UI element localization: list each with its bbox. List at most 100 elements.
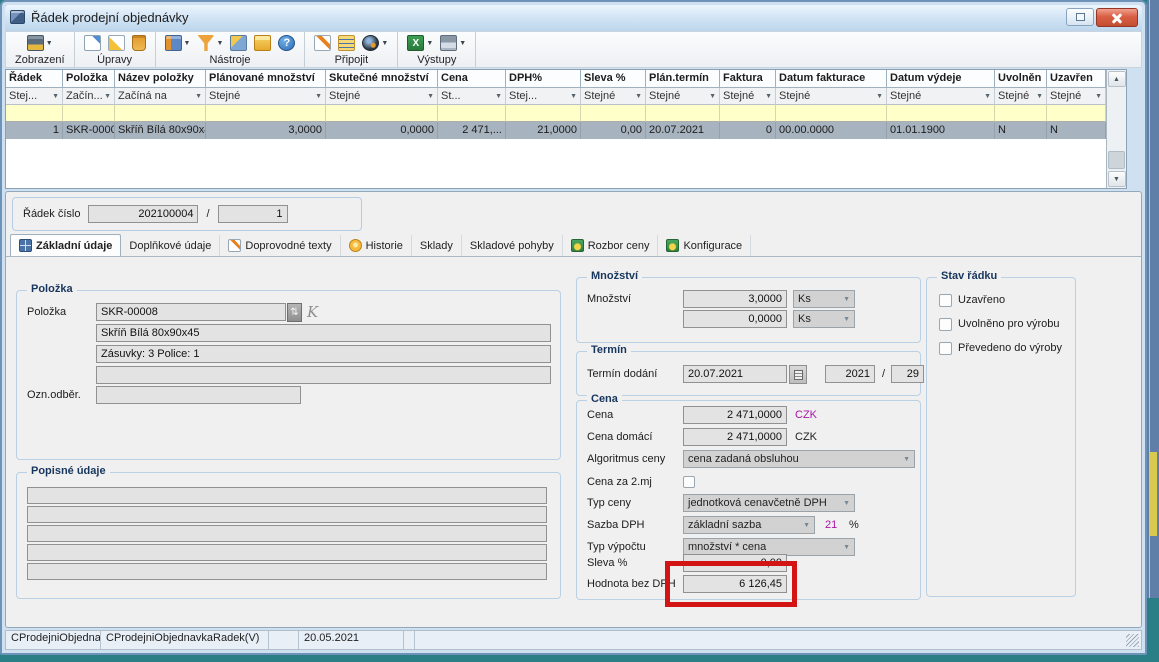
excel-export-icon-button[interactable]: X▼ — [407, 35, 433, 51]
dropdown-arrow-icon[interactable]: ▼ — [381, 40, 388, 47]
filter-input[interactable] — [720, 105, 776, 122]
description-field[interactable] — [27, 506, 547, 523]
scroll-up-icon[interactable]: ▲ — [1108, 71, 1126, 87]
description-field[interactable] — [27, 544, 547, 561]
grid-cell[interactable]: 00.00.0000 — [776, 122, 887, 139]
dropdown-arrow-icon[interactable]: ▼ — [216, 40, 223, 47]
filter-operator-dropdown[interactable]: Stejné▼ — [720, 88, 776, 105]
calendar-button[interactable] — [789, 365, 807, 384]
attach-note-icon-button[interactable] — [314, 35, 331, 51]
domestic-price-field[interactable]: 2 471,0000 — [683, 428, 787, 446]
dropdown-arrow-icon[interactable]: ▼ — [46, 40, 53, 47]
delivery-date-field[interactable]: 20.07.2021 — [683, 365, 787, 383]
dropdown-arrow-icon[interactable]: ▼ — [184, 40, 191, 47]
quantity-field[interactable]: 3,0000 — [683, 290, 787, 308]
filter-input[interactable] — [646, 105, 720, 122]
line-number-field[interactable]: 202100004 — [88, 205, 198, 223]
filter-input[interactable] — [887, 105, 995, 122]
grid-cell[interactable]: SKR-00008 — [63, 122, 115, 139]
grid-cell[interactable]: N — [995, 122, 1047, 139]
column-header[interactable]: Datum fakturace — [776, 70, 887, 88]
scrollbar-thumb[interactable] — [1108, 151, 1125, 169]
grid-cell[interactable]: 0,00 — [581, 122, 646, 139]
item-catalog-icon[interactable]: K — [307, 303, 318, 322]
filter-input[interactable] — [1047, 105, 1106, 122]
uzavreno-checkbox[interactable] — [939, 294, 952, 307]
grid-cell[interactable]: 1 — [6, 122, 63, 139]
column-header[interactable]: Plán.termín — [646, 70, 720, 88]
tab-skladove-pohyby[interactable]: Skladové pohyby — [462, 235, 563, 256]
grid-vertical-scrollbar[interactable]: ▲ ▼ — [1106, 70, 1126, 188]
column-header[interactable]: Řádek — [6, 70, 63, 88]
filter-operator-dropdown[interactable]: Stejné▼ — [887, 88, 995, 105]
resize-grip[interactable] — [1126, 634, 1139, 647]
column-header[interactable]: DPH% — [506, 70, 581, 88]
column-header[interactable]: Název položky — [115, 70, 206, 88]
price-field[interactable]: 2 471,0000 — [683, 406, 787, 424]
restore-button[interactable] — [1066, 8, 1094, 26]
filter-input[interactable] — [6, 105, 63, 122]
filter-operator-dropdown[interactable]: Stejné▼ — [1047, 88, 1106, 105]
grid-cell[interactable]: N — [1047, 122, 1106, 139]
filter-input[interactable] — [326, 105, 438, 122]
filter-input[interactable] — [506, 105, 581, 122]
item-name-field[interactable]: Skříň Bílá 80x90x45 — [96, 324, 551, 342]
view-icon-button[interactable]: ▼ — [27, 35, 53, 51]
filter-operator-dropdown[interactable]: Stejné▼ — [581, 88, 646, 105]
close-button[interactable] — [1096, 8, 1138, 27]
item-code-field[interactable]: SKR-00008 — [96, 303, 286, 321]
filter-input[interactable] — [438, 105, 506, 122]
tab-sklady[interactable]: Sklady — [412, 235, 462, 256]
description-field[interactable] — [27, 563, 547, 580]
item-description-field[interactable]: Zásuvky: 3 Police: 1 — [96, 345, 551, 363]
column-header[interactable]: Uzavřen — [1047, 70, 1106, 88]
help-icon-button[interactable]: ? — [278, 35, 295, 51]
column-header[interactable]: Cena — [438, 70, 506, 88]
column-header[interactable]: Plánované množství — [206, 70, 326, 88]
description-field[interactable] — [27, 487, 547, 504]
grid-data-row[interactable]: 1SKR-00008Skříň Bílá 80x90x453,00000,000… — [6, 122, 1106, 139]
tab-rozbor-ceny[interactable]: Rozbor ceny — [563, 235, 659, 256]
price-algorithm-dropdown[interactable]: cena zadaná obsluhou▼ — [683, 450, 915, 468]
filter-input[interactable] — [776, 105, 887, 122]
grid-cell[interactable]: 01.01.1900 — [887, 122, 995, 139]
line-order-field[interactable]: 1 — [218, 205, 288, 223]
actual-quantity-field[interactable]: 0,0000 — [683, 310, 787, 328]
grid-cell[interactable]: 21,0000 — [506, 122, 581, 139]
dropdown-arrow-icon[interactable]: ▼ — [426, 40, 433, 47]
filter-input[interactable] — [63, 105, 115, 122]
tab-doplnkove-udaje[interactable]: Doplňkové údaje — [121, 235, 220, 256]
column-header[interactable]: Sleva % — [581, 70, 646, 88]
scroll-down-icon[interactable]: ▼ — [1108, 171, 1126, 187]
tab-zakladni-udaje[interactable]: Základní údaje — [10, 234, 121, 256]
tab-doprovodne-texty[interactable]: Doprovodné texty — [220, 235, 340, 256]
week-field[interactable]: 29 — [891, 365, 924, 383]
filter-input[interactable] — [581, 105, 646, 122]
grid-cell[interactable]: 2 471,... — [438, 122, 506, 139]
new-record-icon-button[interactable] — [84, 35, 101, 51]
edit-record-icon-button[interactable] — [108, 35, 125, 51]
archive-icon-button[interactable] — [254, 35, 271, 51]
grid-cell[interactable]: Skříň Bílá 80x90x45 — [115, 122, 206, 139]
column-header[interactable]: Skutečné množství — [326, 70, 438, 88]
unit2-dropdown[interactable]: Ks▼ — [793, 310, 855, 328]
item-description2-field[interactable] — [96, 366, 551, 384]
filter-operator-dropdown[interactable]: Začín...▼ — [63, 88, 115, 105]
filter-icon-button[interactable]: ▼ — [197, 35, 223, 51]
print-icon-button[interactable]: ▼ — [440, 35, 466, 51]
grid-cell[interactable]: 0,0000 — [326, 122, 438, 139]
filter-operator-dropdown[interactable]: Stejné▼ — [995, 88, 1047, 105]
filter-operator-dropdown[interactable]: Stejné▼ — [646, 88, 720, 105]
filter-operator-dropdown[interactable]: Stej...▼ — [506, 88, 581, 105]
price-per-unit2-checkbox[interactable] — [683, 476, 695, 488]
view-settings-icon-button[interactable]: ▼ — [165, 35, 191, 51]
copy-icon-button[interactable] — [230, 35, 247, 51]
grid-cell[interactable]: 20.07.2021 — [646, 122, 720, 139]
item-lookup-button[interactable]: ⇅ — [287, 303, 302, 322]
filter-input[interactable] — [995, 105, 1047, 122]
filter-operator-dropdown[interactable]: Stejné▼ — [206, 88, 326, 105]
tab-konfigurace[interactable]: Konfigurace — [658, 235, 751, 256]
uvolneno-pro-vyrobu-checkbox[interactable] — [939, 318, 952, 331]
tab-historie[interactable]: Historie — [341, 235, 412, 256]
delete-record-icon-button[interactable] — [132, 35, 146, 51]
